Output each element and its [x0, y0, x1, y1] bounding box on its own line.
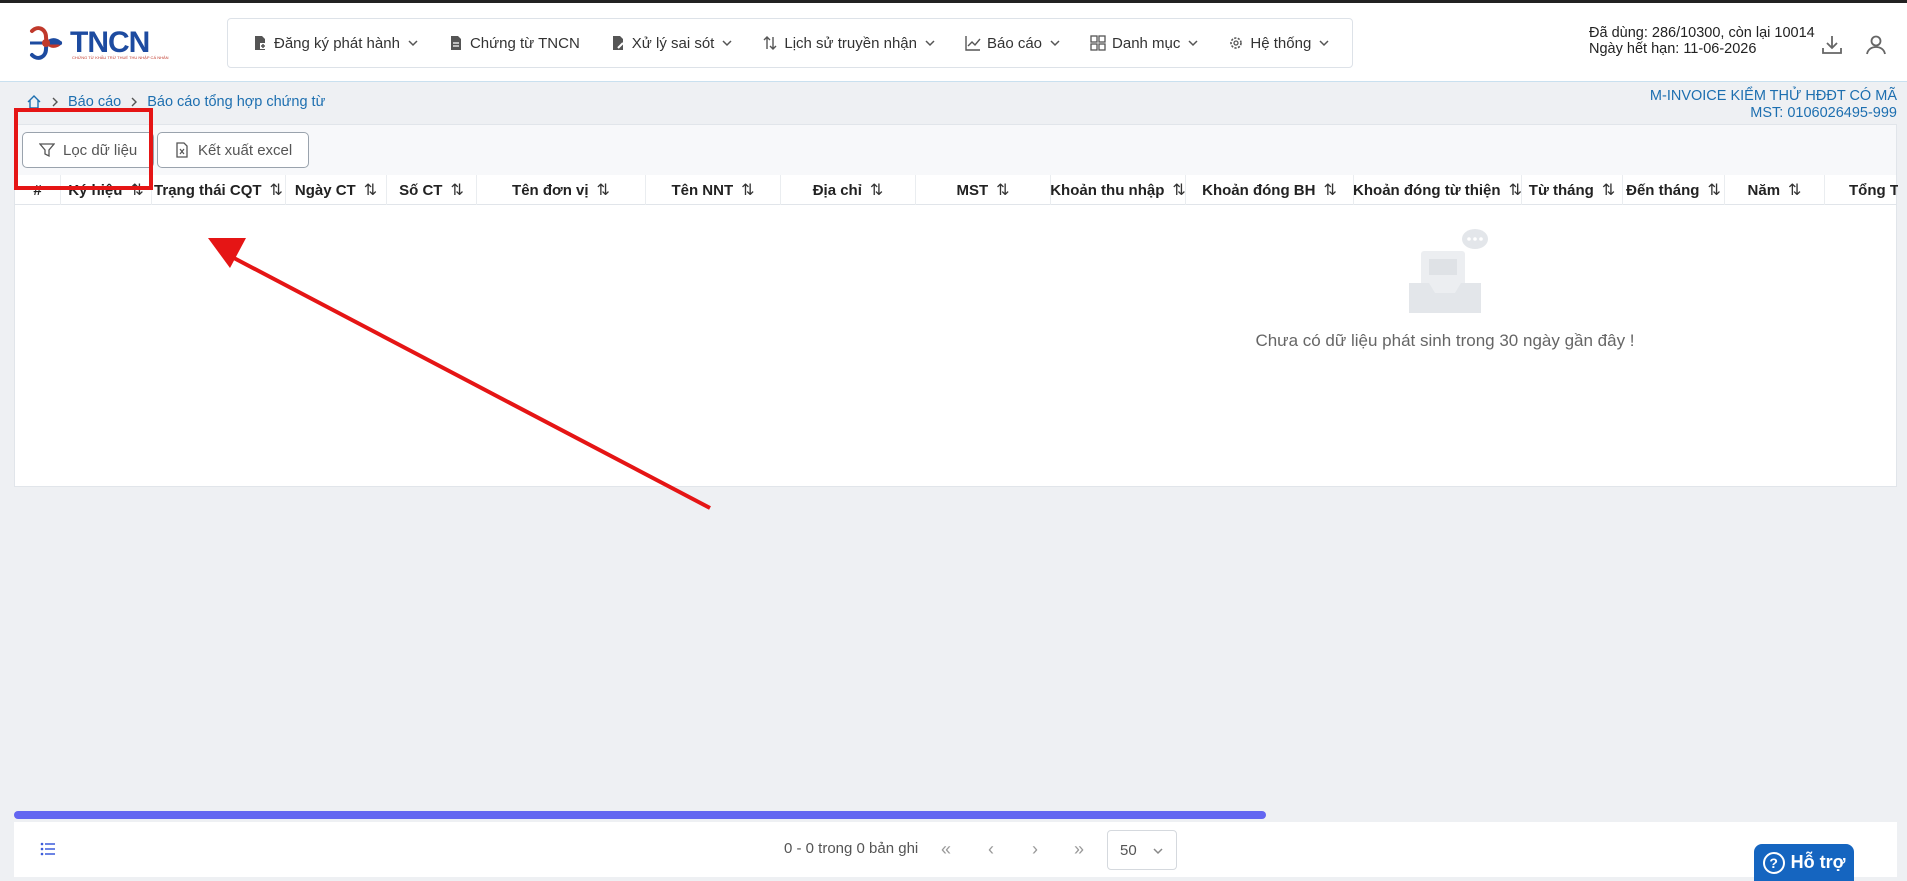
chevron-right-icon: [50, 97, 60, 107]
column-header-nam[interactable]: Năm ⇅: [1725, 175, 1825, 205]
sort-icon[interactable]: ⇅: [1172, 180, 1185, 200]
sort-icon[interactable]: ⇅: [1707, 180, 1720, 200]
logo-mark-icon: [30, 26, 62, 60]
chevron-down-icon: [1050, 38, 1060, 48]
toolbar: Lọc dữ liệu Kết xuất excel: [15, 125, 1896, 175]
page-info: 0 - 0 trong 0 bản ghi: [784, 840, 919, 857]
gear-icon: [1228, 35, 1244, 51]
menu-label: Danh mục: [1112, 34, 1181, 52]
user-icon[interactable]: [1864, 33, 1888, 57]
column-header-ten-nnt[interactable]: Tên NNT ⇅: [646, 175, 781, 205]
file-register-icon: [252, 35, 268, 51]
column-header-mst[interactable]: MST ⇅: [916, 175, 1051, 205]
sort-icon[interactable]: ⇅: [1323, 180, 1336, 200]
sort-icon[interactable]: ⇅: [1602, 180, 1615, 200]
column-header-khoan-dong-tu-thien[interactable]: Khoản đóng từ thiện ⇅: [1353, 175, 1522, 205]
chevron-down-icon: [1319, 38, 1329, 48]
column-header-trang-thai[interactable]: Trạng thái CQT ⇅: [152, 175, 286, 205]
sort-icon[interactable]: ⇅: [741, 180, 754, 200]
chevron-down-icon: [1188, 38, 1198, 48]
empty-message: Chưa có dữ liệu phát sinh trong 30 ngày …: [1255, 331, 1635, 350]
menu-he-thong[interactable]: Hệ thống: [1228, 35, 1329, 52]
sort-icon[interactable]: ⇅: [1509, 180, 1522, 200]
sort-icon[interactable]: ⇅: [597, 180, 610, 200]
app-logo[interactable]: TNCN CHỨNG TỪ KHẤU TRỪ THUẾ THU NHẬP CÁ …: [24, 21, 169, 65]
column-header-khoan-thu-nhap[interactable]: Khoản thu nhập ⇅: [1050, 175, 1186, 205]
menu-chung-tu-tncn[interactable]: Chứng từ TNCN: [448, 35, 580, 52]
breadcrumb-current: Báo cáo tổng hợp chứng từ: [147, 94, 326, 110]
column-header-den-thang[interactable]: Đến tháng ⇅: [1623, 175, 1725, 205]
sort-icon[interactable]: ⇅: [364, 180, 377, 200]
pagination-bar: 0 - 0 trong 0 bản ghi « ‹ › » 50: [14, 822, 1897, 877]
export-button-label: Kết xuất excel: [198, 141, 293, 159]
support-button[interactable]: ? Hỗ trợ: [1754, 844, 1854, 881]
chart-line-icon: [965, 35, 981, 51]
chevron-down-icon: [925, 38, 935, 48]
help-icon: ?: [1762, 851, 1785, 874]
list-icon[interactable]: [40, 841, 56, 857]
menu-danh-muc[interactable]: Danh mục: [1090, 35, 1198, 52]
menu-dang-ky-phat-hanh[interactable]: Đăng ký phát hành: [252, 35, 418, 52]
annotation-highlight-box: [14, 108, 153, 190]
usage-quota: Đã dùng: 286/10300, còn lại 10014 Ngày h…: [1589, 25, 1815, 57]
chevron-right-icon: [129, 97, 139, 107]
column-header-dia-chi[interactable]: Địa chỉ ⇅: [781, 175, 916, 205]
empty-inbox-icon: [1409, 229, 1488, 313]
menu-label: Báo cáo: [986, 34, 1043, 52]
top-bar: TNCN CHỨNG TỪ KHẤU TRỪ THUẾ THU NHẬP CÁ …: [0, 0, 1907, 82]
grid-icon: [1090, 35, 1106, 51]
excel-file-icon: [174, 142, 190, 158]
sort-icon[interactable]: ⇅: [450, 180, 463, 200]
menu-lich-su-truyen-nhan[interactable]: Lịch sử truyền nhận: [762, 35, 935, 52]
company-info: M-INVOICE KIỂM THỬ HĐĐT CÓ MÃ MST: 01060…: [1650, 88, 1897, 122]
file-edit-icon: [610, 35, 626, 51]
column-header-so-ct[interactable]: Số CT ⇅: [387, 175, 477, 205]
menu-xu-ly-sai-sot[interactable]: Xử lý sai sót: [610, 35, 733, 52]
table-header: # Ký hiệu ⇅ Trạng thái CQT ⇅ Ngày CT ⇅ Số C…: [15, 175, 1898, 205]
sort-icon[interactable]: ⇅: [1788, 180, 1801, 200]
chevron-down-icon: [1153, 848, 1163, 855]
menu-label: Lịch sử truyền nhận: [784, 34, 917, 52]
first-page-button[interactable]: «: [934, 837, 958, 861]
chevron-down-icon: [722, 38, 732, 48]
chevron-down-icon: [408, 38, 418, 48]
page-size-value: 50: [1120, 841, 1137, 859]
empty-state: Chưa có dữ liệu phát sinh trong 30 ngày …: [1245, 225, 1645, 351]
logo-tagline: CHỨNG TỪ KHẤU TRỪ THUẾ THU NHẬP CÁ NHÂN: [72, 55, 169, 60]
column-header-ten-don-vi[interactable]: Tên đơn vị ⇅: [477, 175, 646, 205]
prev-page-button[interactable]: ‹: [979, 837, 1003, 861]
page-size-select[interactable]: 50: [1107, 830, 1177, 870]
menu-label: Xử lý sai sót: [631, 34, 715, 52]
column-header-tong-tn[interactable]: Tổng TN c: [1825, 175, 1898, 205]
quota-used: Đã dùng: 286/10300, còn lại 10014: [1589, 25, 1815, 41]
menu-bao-cao[interactable]: Báo cáo: [965, 35, 1060, 52]
menu-label: Đăng ký phát hành: [274, 34, 400, 52]
column-header-tu-thang[interactable]: Từ tháng ⇅: [1522, 175, 1623, 205]
last-page-button[interactable]: »: [1067, 837, 1091, 861]
quota-expiry: Ngày hết hạn: 11-06-2026: [1589, 41, 1757, 57]
export-excel-button[interactable]: Kết xuất excel: [157, 132, 310, 168]
column-header-ngay-ct[interactable]: Ngày CT ⇅: [286, 175, 387, 205]
horizontal-scrollbar[interactable]: [14, 811, 1266, 819]
transfer-icon: [762, 35, 778, 51]
company-tax-code: MST: 0106026495-999: [1750, 105, 1897, 121]
next-page-button[interactable]: ›: [1023, 837, 1047, 861]
sort-icon[interactable]: ⇅: [870, 180, 883, 200]
sort-icon[interactable]: ⇅: [270, 180, 283, 200]
company-name: M-INVOICE KIỂM THỬ HĐĐT CÓ MÃ: [1649, 88, 1897, 104]
menu-label: Hệ thống: [1250, 34, 1312, 52]
support-label: Hỗ trợ: [1790, 852, 1846, 872]
document-icon: [448, 35, 464, 51]
report-panel: Lọc dữ liệu Kết xuất excel # Ký hiệu ⇅ Tr…: [14, 124, 1898, 487]
main-menu: Đăng ký phát hành Chứng từ TNCN Xử lý sa…: [227, 18, 1353, 68]
menu-label: Chứng từ TNCN: [469, 34, 580, 52]
sort-icon[interactable]: ⇅: [996, 180, 1009, 200]
download-icon[interactable]: [1820, 33, 1844, 57]
column-header-khoan-dong-bh[interactable]: Khoản đóng BH ⇅: [1186, 175, 1354, 205]
